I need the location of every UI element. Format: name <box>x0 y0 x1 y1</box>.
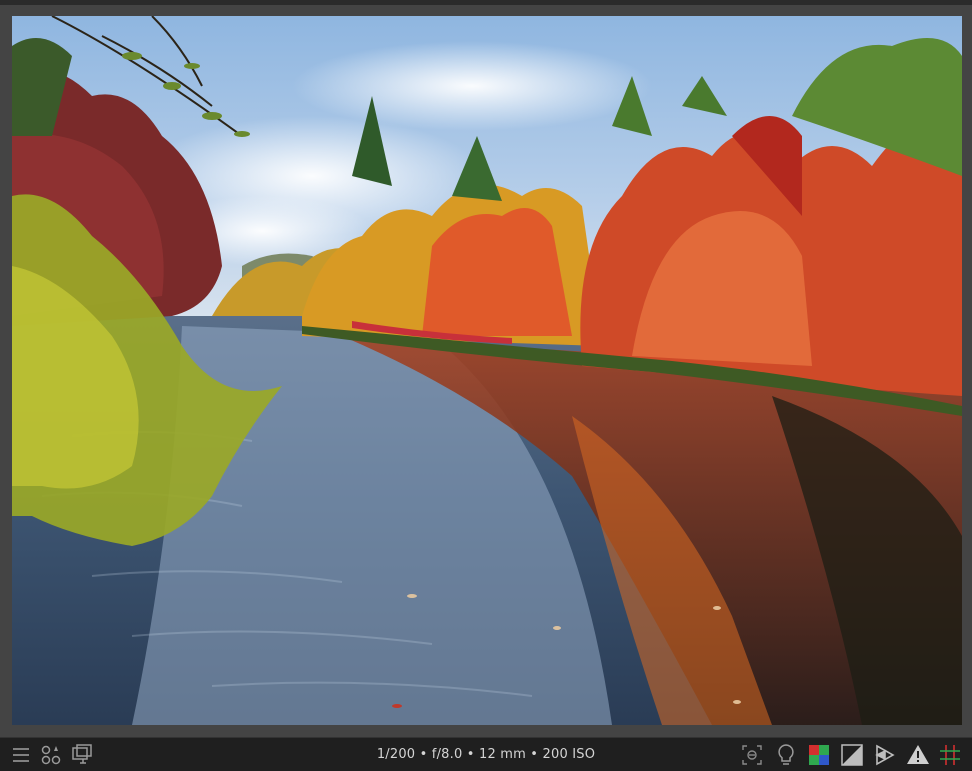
guides-icon[interactable] <box>937 742 963 768</box>
exposure-icon[interactable] <box>839 742 865 768</box>
bottom-toolbar: 1/200 • f/8.0 • 12 mm • 200 ISO <box>0 737 972 771</box>
lightbulb-icon[interactable] <box>773 742 799 768</box>
exif-info-text: 1/200 • f/8.0 • 12 mm • 200 ISO <box>376 747 596 762</box>
focus-peaking-icon[interactable] <box>739 742 765 768</box>
menu-icon[interactable] <box>8 742 34 768</box>
image-viewer[interactable] <box>0 5 972 737</box>
filter-sort-icon[interactable] <box>38 742 64 768</box>
color-assessment-icon[interactable] <box>806 742 832 768</box>
display-icon[interactable] <box>69 742 95 768</box>
photo-autumn-pond[interactable] <box>12 16 962 725</box>
softproof-icon[interactable] <box>872 742 898 768</box>
gamut-warning-icon[interactable] <box>905 742 931 768</box>
